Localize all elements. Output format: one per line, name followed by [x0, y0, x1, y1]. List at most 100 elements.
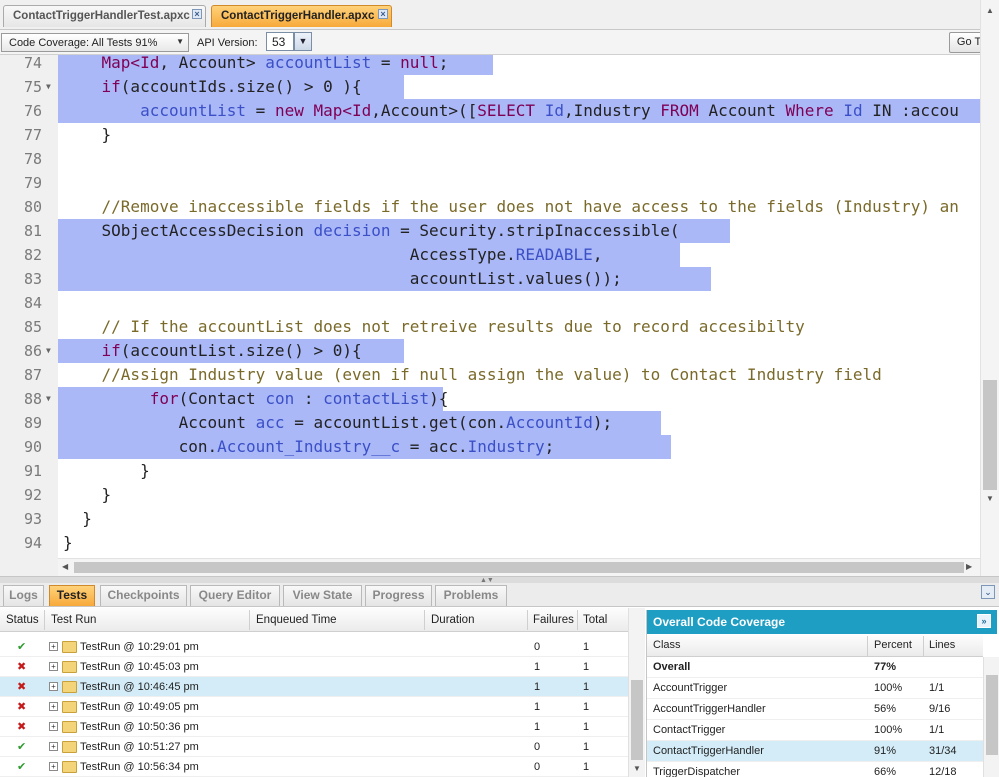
code-line[interactable]: 81 SObjectAccessDecision decision = Secu… — [0, 219, 980, 243]
code-line[interactable]: 93 } — [0, 507, 980, 531]
code-line[interactable]: 78 — [0, 147, 980, 171]
scroll-up-icon[interactable]: ▲ — [986, 6, 994, 15]
expand-icon[interactable]: » — [977, 614, 991, 628]
tab-view-state[interactable]: View State — [283, 585, 362, 606]
code-line[interactable]: 80 //Remove inaccessible fields if the u… — [0, 195, 980, 219]
tab-contact-trigger-handler[interactable]: ContactTriggerHandler.apxc × — [211, 5, 392, 27]
coverage-row[interactable]: TriggerDispatcher 66% 12/18 — [647, 762, 983, 777]
code-line[interactable]: 89 Account acc = accountList.get(con.Acc… — [0, 411, 980, 435]
code-text: Map<Id, Account> accountList = null; — [63, 55, 449, 75]
chevron-down-icon[interactable]: ▼ — [294, 32, 312, 51]
column-header-class[interactable]: Class — [653, 639, 681, 651]
expand-icon[interactable]: + — [49, 742, 58, 751]
tab-checkpoints[interactable]: Checkpoints — [100, 585, 187, 606]
table-row[interactable]: ✖ + TestRun @ 10:45:03 pm 1 1 — [0, 657, 628, 677]
code-line[interactable]: 83 accountList.values()); — [0, 267, 980, 291]
code-line[interactable]: 87 //Assign Industry value (even if null… — [0, 363, 980, 387]
expand-icon[interactable]: + — [49, 682, 58, 691]
collapse-panel-icon[interactable]: ⌄ — [981, 585, 995, 599]
total-value: 1 — [583, 641, 590, 653]
table-row[interactable]: ✔ + TestRun @ 10:56:34 pm 0 1 — [0, 757, 628, 777]
fold-toggle-icon[interactable]: ▼ — [46, 339, 51, 363]
code-line[interactable]: 91 } — [0, 459, 980, 483]
scroll-down-icon[interactable]: ▼ — [633, 764, 641, 773]
folder-icon — [62, 721, 77, 733]
scroll-right-icon[interactable]: ▶ — [966, 562, 972, 571]
coverage-row[interactable]: AccountTrigger 100% 1/1 — [647, 678, 983, 699]
expand-icon[interactable]: + — [49, 702, 58, 711]
code-line[interactable]: 79 — [0, 171, 980, 195]
tab-progress[interactable]: Progress — [365, 585, 432, 606]
column-header-percent[interactable]: Percent — [874, 639, 912, 651]
test-run-name: TestRun @ 10:51:27 pm — [80, 741, 199, 753]
line-number: 83 — [23, 270, 42, 288]
close-icon[interactable]: × — [378, 9, 388, 19]
vertical-scrollbar[interactable]: ▲ ▼ — [980, 0, 999, 577]
tab-query-editor[interactable]: Query Editor — [190, 585, 280, 606]
table-row[interactable]: ✖ + TestRun @ 10:50:36 pm 1 1 — [0, 717, 628, 737]
code-line[interactable]: 75 ▼ if(accountIds.size() > 0 ){ — [0, 75, 980, 99]
column-header-status[interactable]: Status — [6, 614, 39, 626]
api-version-select[interactable]: 53 — [266, 32, 294, 51]
pass-check-icon: ✔ — [17, 641, 27, 653]
expand-icon[interactable]: + — [49, 762, 58, 771]
code-token: Id — [544, 101, 564, 120]
code-line[interactable]: 76 accountList = new Map<Id,Account>([SE… — [0, 99, 980, 123]
code-token: Account_Industry__c — [217, 437, 401, 456]
column-header-lines[interactable]: Lines — [929, 639, 955, 651]
coverage-scrollbar[interactable] — [983, 657, 999, 777]
expand-icon[interactable]: + — [49, 722, 58, 731]
dropdown-label: Code Coverage: All Tests 91% — [9, 37, 158, 49]
scroll-down-icon[interactable]: ▼ — [986, 494, 994, 503]
coverage-row[interactable]: AccountTriggerHandler 56% 9/16 — [647, 699, 983, 720]
table-row[interactable]: ✖ + TestRun @ 10:49:05 pm 1 1 — [0, 697, 628, 717]
scroll-left-icon[interactable]: ◀ — [62, 562, 68, 571]
fold-toggle-icon[interactable]: ▼ — [46, 387, 51, 411]
grid-scrollbar[interactable]: ▼ — [628, 608, 645, 777]
table-row[interactable]: ✖ + TestRun @ 10:46:45 pm 1 1 — [0, 677, 628, 697]
column-header-test-run[interactable]: Test Run — [51, 614, 96, 626]
column-header-failures[interactable]: Failures — [533, 614, 574, 626]
code-line[interactable]: 92 } — [0, 483, 980, 507]
code-line[interactable]: 94} — [0, 531, 980, 555]
column-header-total[interactable]: Total — [583, 614, 607, 626]
tab-tests[interactable]: Tests — [49, 585, 95, 606]
code-line[interactable]: 82 AccessType.READABLE, — [0, 243, 980, 267]
code-line[interactable]: 86 ▼ if(accountList.size() > 0){ — [0, 339, 980, 363]
scrollbar-thumb[interactable] — [631, 680, 643, 760]
code-token: Id — [140, 55, 160, 72]
code-line[interactable]: 88 ▼ for(Contact con : contactList){ — [0, 387, 980, 411]
scrollbar-thumb[interactable] — [986, 675, 998, 755]
tab-logs[interactable]: Logs — [3, 585, 44, 606]
fold-toggle-icon[interactable]: ▼ — [46, 75, 51, 99]
expand-icon[interactable]: + — [49, 662, 58, 671]
table-row[interactable]: ✔ + TestRun @ 10:29:01 pm 0 1 — [0, 637, 628, 657]
close-icon[interactable]: × — [192, 9, 202, 19]
code-editor[interactable]: 74 Map<Id, Account> accountList = null; 7… — [0, 55, 999, 576]
tab-problems[interactable]: Problems — [435, 585, 507, 606]
table-row[interactable]: ✔ + TestRun @ 10:51:27 pm 0 1 — [0, 737, 628, 757]
code-line[interactable]: 90 con.Account_Industry__c = acc.Industr… — [0, 435, 980, 459]
code-line[interactable]: 85 // If the accountList does not retrei… — [0, 315, 980, 339]
code-line[interactable]: 74 Map<Id, Account> accountList = null; — [0, 55, 980, 75]
tab-contact-trigger-handler-test[interactable]: ContactTriggerHandlerTest.apxc × — [3, 5, 206, 27]
grid-header: Status Test Run Enqueued Time Duration F… — [0, 608, 628, 632]
code-line[interactable]: 84 — [0, 291, 980, 315]
expand-icon[interactable]: + — [49, 642, 58, 651]
code-text: } — [63, 531, 73, 555]
panel-splitter[interactable]: ▲▼ — [0, 576, 999, 584]
code-coverage-dropdown[interactable]: Code Coverage: All Tests 91% ▼ — [1, 33, 189, 52]
coverage-row[interactable]: ContactTrigger 100% 1/1 — [647, 720, 983, 741]
column-header-duration[interactable]: Duration — [431, 614, 474, 626]
coverage-row[interactable]: Overall 77% — [647, 657, 983, 678]
test-run-name: TestRun @ 10:50:36 pm — [80, 721, 199, 733]
scrollbar-thumb[interactable] — [74, 562, 964, 573]
scrollbar-thumb[interactable] — [983, 380, 997, 490]
horizontal-scrollbar[interactable]: ◀ ▶ — [58, 558, 980, 576]
coverage-row[interactable]: ContactTriggerHandler 91% 31/34 — [647, 741, 983, 762]
code-line[interactable]: 77 } — [0, 123, 980, 147]
code-token: SELECT — [477, 101, 536, 120]
column-header-enqueued-time[interactable]: Enqueued Time — [256, 614, 337, 626]
